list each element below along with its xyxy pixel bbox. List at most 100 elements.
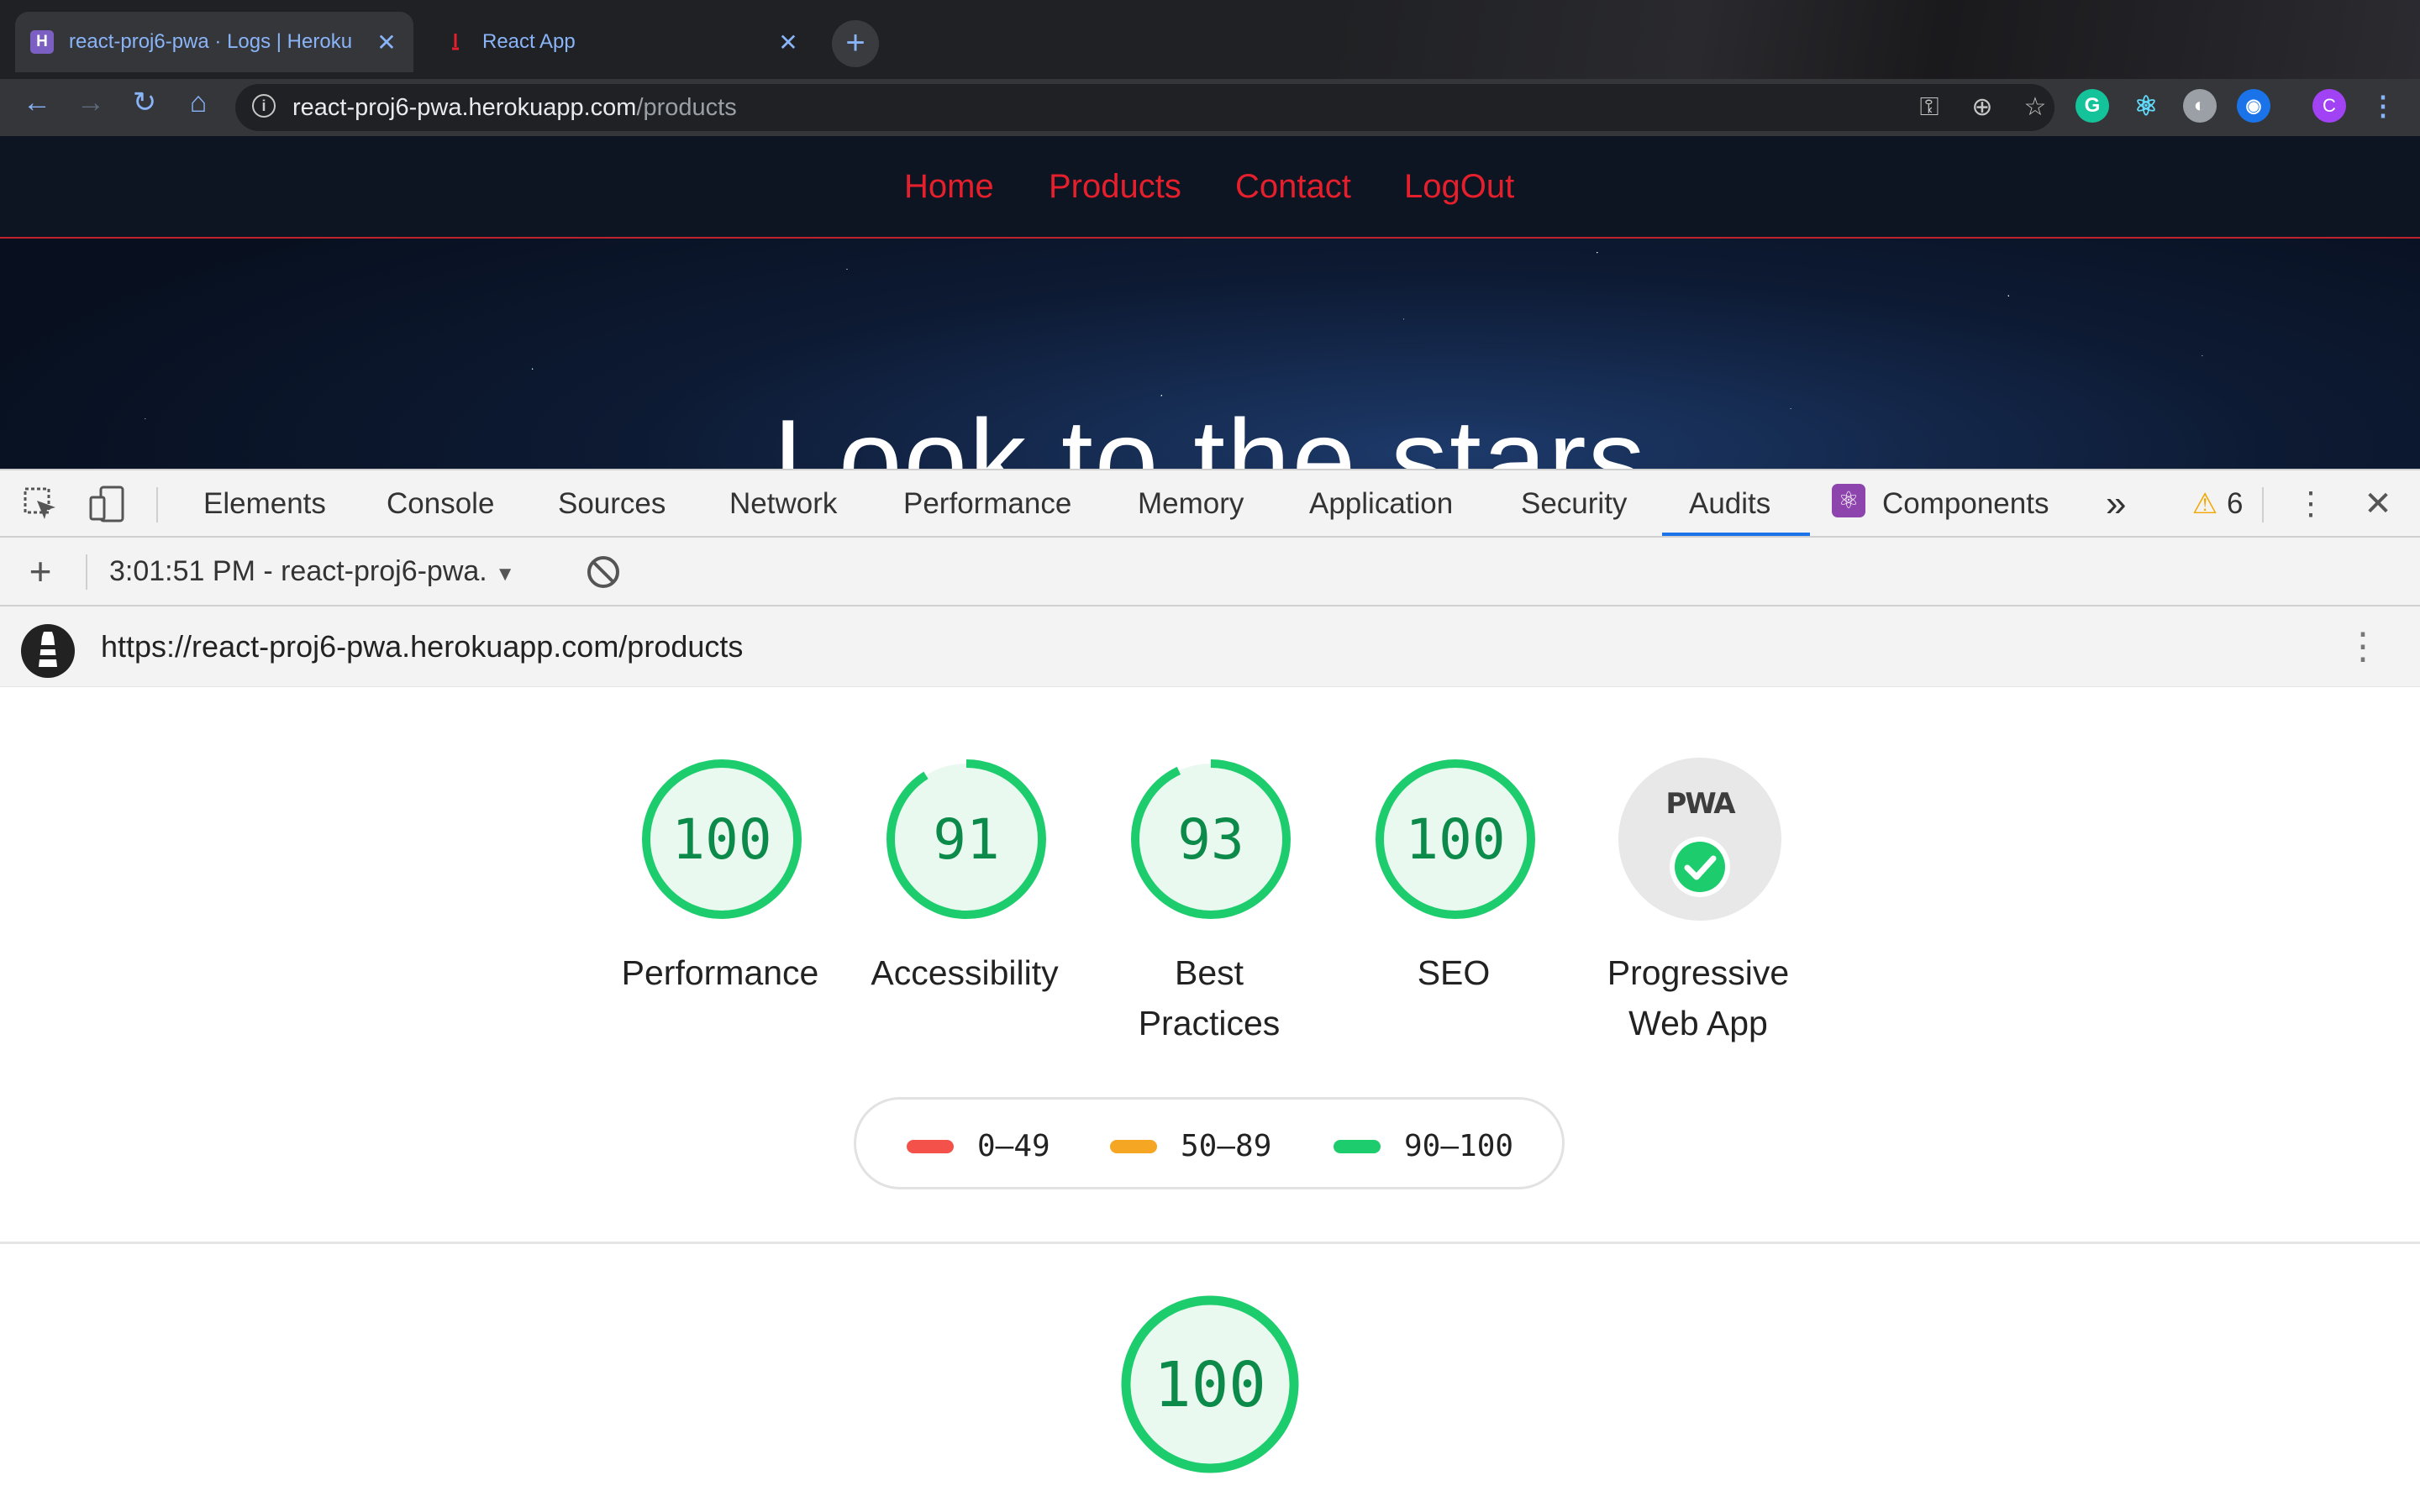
active-tab-indicator (1662, 533, 1810, 536)
device-toolbar-icon[interactable] (89, 486, 126, 522)
new-tab-button[interactable]: + (832, 20, 879, 67)
tab-console[interactable]: Console (387, 470, 494, 538)
grammarly-icon[interactable]: G (2075, 89, 2109, 123)
seo-label: SEO (1332, 948, 1576, 998)
accessibility-score: 91 (933, 807, 999, 872)
react-devtools-icon[interactable]: ⚛ (2129, 89, 2163, 123)
back-icon[interactable]: ← (15, 81, 59, 124)
browser-tab-react-app[interactable]: React App ✕ (429, 12, 815, 72)
toolbar-divider (156, 487, 158, 522)
report-selector-label: 3:01:51 PM - react-proj6-pwa. (109, 555, 487, 587)
performance-section-gauge[interactable]: 100 (1119, 1294, 1301, 1475)
address-path: /products (636, 94, 737, 121)
legend-average-range: 50–89 (1181, 1129, 1272, 1163)
key-icon[interactable]: ⚿ (1916, 94, 1943, 121)
forward-icon[interactable]: → (69, 81, 113, 124)
home-icon[interactable]: ⌂ (176, 81, 220, 124)
section-divider (0, 1242, 2420, 1244)
tab-title: React App (482, 30, 576, 53)
label-line: Performance (621, 953, 819, 992)
close-devtools-icon[interactable]: ✕ (2360, 486, 2396, 522)
react-components-icon: ⚛ (1832, 484, 1865, 517)
legend-average-swatch (1110, 1140, 1157, 1153)
best-practices-label: Best Practices (1087, 948, 1331, 1048)
tab-security[interactable]: Security (1521, 470, 1627, 538)
new-audit-icon[interactable]: + (22, 552, 59, 591)
zoom-icon[interactable]: ⊕ (1969, 94, 1996, 121)
best-practices-gauge[interactable]: 93 (1129, 758, 1292, 921)
performance-gauge[interactable]: 100 (640, 758, 803, 921)
chrome-menu-icon[interactable]: ⋮ (2366, 89, 2400, 123)
nav-logout-link[interactable]: LogOut (1404, 161, 1514, 212)
label-line: Accessibility (871, 953, 1059, 992)
toolbar-divider (2262, 487, 2264, 522)
info-icon[interactable]: i (252, 94, 276, 118)
label-line: Practices (1138, 1004, 1281, 1042)
more-tabs-button[interactable]: » (2106, 470, 2126, 538)
legend-fail-range: 0–49 (977, 1129, 1050, 1163)
toolbar-divider (86, 554, 87, 590)
performance-label: Performance (598, 948, 842, 998)
seo-score: 100 (1405, 807, 1505, 872)
tab-performance[interactable]: Performance (903, 470, 1071, 538)
warning-icon[interactable]: ⚠ (2186, 486, 2223, 522)
clear-all-icon[interactable] (585, 554, 622, 591)
address-host: react-proj6-pwa.herokuapp.com (292, 94, 637, 121)
label-line: Web App (1628, 1004, 1768, 1042)
reload-icon[interactable]: ↻ (123, 81, 166, 124)
accessibility-gauge[interactable]: 91 (885, 758, 1048, 921)
devtools-tab-bar: Elements Console Sources Network Perform… (0, 469, 2420, 538)
eye-extension-icon[interactable]: ◉ (2237, 89, 2270, 123)
hero-heading: Look to the stars (773, 396, 1647, 469)
react-app-icon (444, 30, 467, 54)
tab-application[interactable]: Application (1309, 470, 1453, 538)
score-legend: 0–49 50–89 90–100 (854, 1097, 1565, 1189)
close-icon[interactable]: ✕ (375, 29, 398, 56)
profile-avatar[interactable]: C (2312, 89, 2346, 123)
label-line: Progressive (1607, 953, 1790, 992)
report-url: https://react-proj6-pwa.herokuapp.com/pr… (101, 629, 744, 664)
check-icon (1675, 842, 1725, 892)
tab-memory[interactable]: Memory (1138, 470, 1244, 538)
site-navbar: Home Products Contact LogOut (0, 136, 2420, 239)
lighthouse-icon (20, 623, 76, 679)
performance-score: 100 (671, 807, 771, 872)
report-selector[interactable]: 3:01:51 PM - react-proj6-pwa. ▼ (109, 538, 515, 608)
address-bar[interactable]: i react-proj6-pwa.herokuapp.com/products… (235, 84, 2054, 131)
tab-title: react-proj6-pwa · Logs | Heroku (69, 30, 353, 53)
tab-network[interactable]: Network (729, 470, 837, 538)
web-page: Home Products Contact LogOut Look to the… (0, 136, 2420, 469)
nav-contact-link[interactable]: Contact (1235, 161, 1351, 212)
devtools-menu-icon[interactable]: ⋮ (2292, 486, 2329, 522)
seo-gauge[interactable]: 100 (1374, 758, 1537, 921)
browser-tab-heroku-logs[interactable]: H react-proj6-pwa · Logs | Heroku ✕ (15, 12, 413, 72)
pwa-label: Progressive Web App (1576, 948, 1820, 1048)
tab-audits[interactable]: Audits (1689, 470, 1770, 538)
label-line: SEO (1417, 953, 1491, 992)
tab-sources[interactable]: Sources (558, 470, 666, 538)
legend-fail-swatch (907, 1140, 954, 1153)
inspect-element-icon[interactable] (22, 486, 59, 522)
close-icon[interactable]: ✕ (776, 29, 800, 56)
tab-components[interactable]: Components (1882, 470, 2049, 538)
best-practices-score: 93 (1177, 807, 1244, 872)
accessibility-label: Accessibility (843, 948, 1086, 998)
nav-home-link[interactable]: Home (904, 161, 994, 212)
address-url: react-proj6-pwa.herokuapp.com/products (292, 84, 737, 131)
performance-section-score: 100 (1154, 1349, 1266, 1421)
extension-circle-icon[interactable]: ◐ (2183, 89, 2217, 123)
heroku-icon: H (30, 30, 54, 54)
nav-products-link[interactable]: Products (1049, 161, 1181, 212)
audits-toolbar: + 3:01:51 PM - react-proj6-pwa. ▼ (0, 538, 2420, 606)
label-line: Best (1174, 953, 1244, 992)
report-url-bar: https://react-proj6-pwa.herokuapp.com/pr… (0, 606, 2420, 687)
pwa-badge[interactable]: PWA (1618, 758, 1781, 921)
tab-elements[interactable]: Elements (203, 470, 326, 538)
star-icon[interactable]: ☆ (2022, 94, 2049, 121)
warning-count[interactable]: 6 (2227, 470, 2243, 538)
report-menu-icon[interactable]: ⋮ (2344, 627, 2381, 667)
legend-pass-swatch (1334, 1140, 1381, 1153)
pwa-logo-text: PWA (1665, 787, 1736, 821)
dropdown-arrow-icon: ▼ (495, 563, 515, 585)
browser-tab-strip: H react-proj6-pwa · Logs | Heroku ✕ Reac… (0, 0, 2420, 79)
